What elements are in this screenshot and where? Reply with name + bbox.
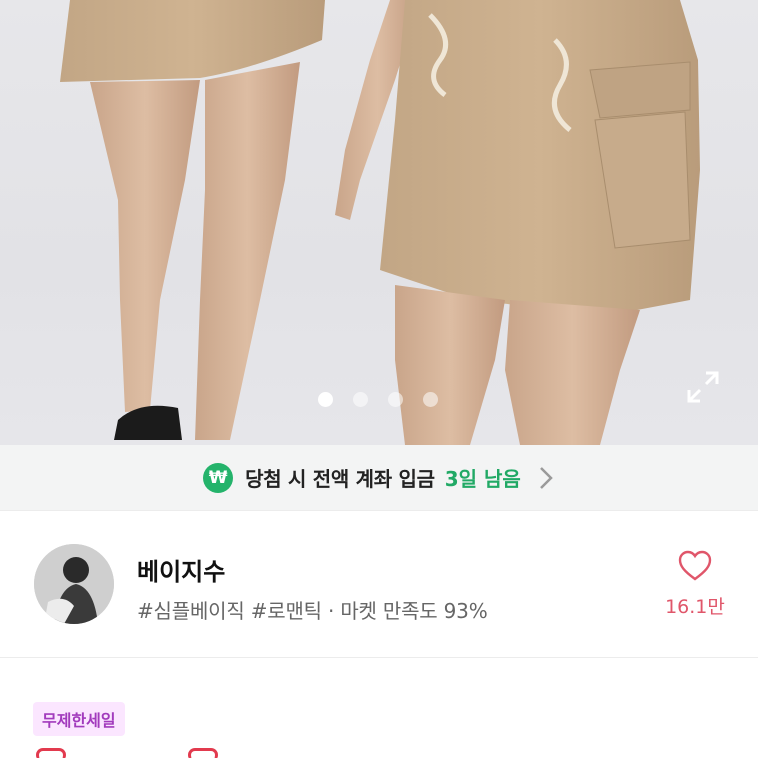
carousel-indicator[interactable]: [318, 392, 438, 407]
won-icon: ₩: [203, 462, 234, 493]
carousel-dot[interactable]: [388, 392, 403, 407]
banner-text: 당첨 시 전액 계좌 입금: [245, 467, 435, 491]
days-remaining: 3일 남음: [444, 467, 521, 491]
product-photo: [60, 0, 700, 445]
carousel-dot[interactable]: [353, 392, 368, 407]
sale-badge: 무제한세일: [33, 702, 125, 736]
shop-name[interactable]: 베이지수: [137, 552, 225, 587]
price-digit: [188, 748, 218, 758]
product-image[interactable]: [0, 0, 758, 445]
shop-info: 베이지수 #심플베이직 #로맨틱 · 마켓 만족도 93% 16.1만: [0, 512, 758, 658]
chevron-right-icon: [539, 466, 553, 489]
shop-tags: #심플베이직 #로맨틱 · 마켓 만족도 93%: [137, 599, 488, 623]
like-button[interactable]: 16.1만: [660, 550, 730, 619]
carousel-dot[interactable]: [423, 392, 438, 407]
like-count: 16.1만: [665, 596, 725, 618]
expand-icon[interactable]: [686, 370, 720, 404]
carousel-dot[interactable]: [318, 392, 333, 407]
payout-banner[interactable]: ₩ 당첨 시 전액 계좌 입금 3일 남음: [0, 445, 758, 511]
heart-icon: [678, 550, 712, 581]
shop-avatar[interactable]: [34, 544, 114, 624]
price-digit: [36, 748, 66, 758]
